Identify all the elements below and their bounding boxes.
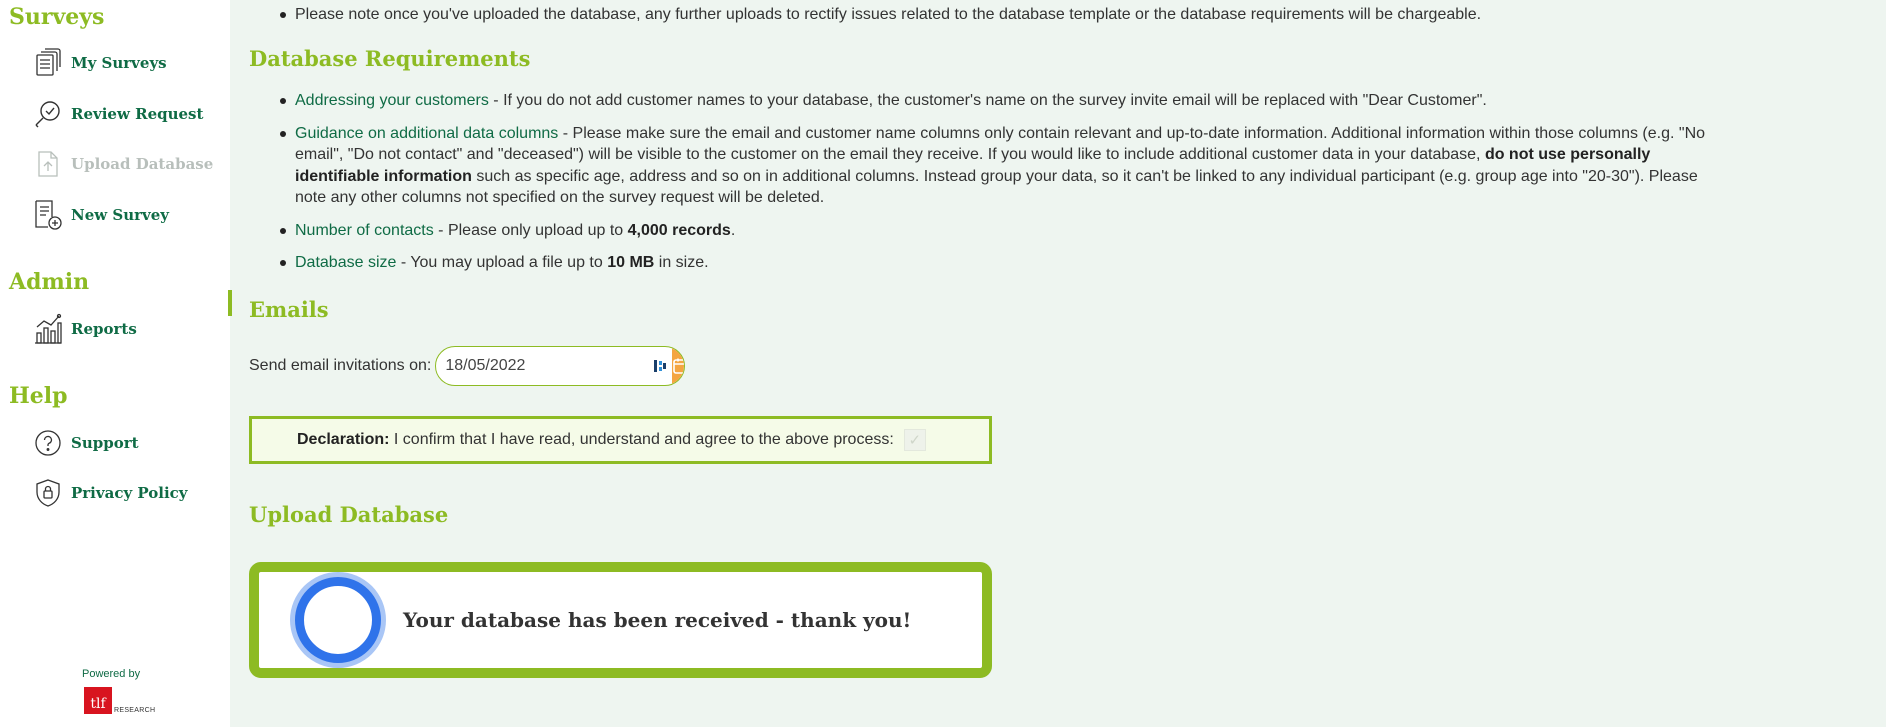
requirement-text: - If you do not add customer names to yo…: [488, 92, 1487, 109]
upload-status-box: Your database has been received - thank …: [249, 562, 992, 678]
requirement-text: .: [730, 221, 736, 239]
sidebar: Surveys My Surveys Review Request Upload…: [0, 0, 230, 727]
calendar-icon: [673, 358, 685, 374]
declaration-label: Declaration:: [297, 431, 390, 448]
requirements-list: Addressing your customers - If you do no…: [249, 90, 1729, 274]
logo-mark: tlf: [84, 687, 112, 714]
requirement-text: - You may upload a file up to: [396, 254, 608, 271]
section-title-help: Help: [9, 383, 68, 409]
calendar-button[interactable]: [672, 347, 685, 385]
bar-chart-icon: [32, 313, 64, 345]
sidebar-item-label: Review Request: [71, 105, 204, 123]
section-title-admin: Admin: [9, 269, 90, 295]
requirement-bold: 10 MB: [607, 254, 655, 271]
requirement-term: Database size: [295, 254, 397, 271]
sidebar-item-reports[interactable]: Reports: [32, 312, 137, 346]
new-document-icon: [32, 199, 64, 231]
emails-heading: Emails: [249, 297, 329, 322]
documents-icon: [32, 47, 64, 79]
requirement-item: Number of contacts - Please only upload …: [249, 220, 1729, 242]
sidebar-item-privacy-policy[interactable]: Privacy Policy: [32, 476, 188, 510]
sidebar-item-new-survey[interactable]: New Survey: [32, 198, 169, 232]
progress-ring-icon: [295, 577, 381, 663]
sidebar-item-upload-database[interactable]: Upload Database: [32, 147, 213, 181]
sidebar-item-label: New Survey: [71, 206, 170, 224]
send-date-label: Send email invitations on:: [249, 357, 432, 374]
send-date-input[interactable]: [436, 347, 653, 385]
shield-lock-icon: [32, 477, 64, 509]
requirement-term: Addressing your customers: [295, 92, 489, 109]
send-date-row: Send email invitations on:: [249, 346, 686, 386]
upload-heading: Upload Database: [249, 502, 449, 527]
requirement-term: Guidance on additional data columns: [295, 124, 559, 142]
sidebar-item-support[interactable]: Support: [32, 426, 139, 460]
top-note-text: Please note once you've uploaded the dat…: [295, 6, 1482, 23]
sidebar-item-my-surveys[interactable]: My Surveys: [32, 46, 167, 80]
upload-file-icon: [32, 148, 64, 180]
requirement-term: Number of contacts: [295, 221, 434, 239]
scroll-position-marker: [228, 290, 232, 316]
sidebar-item-label: Support: [71, 434, 139, 452]
declaration-box: Declaration: I confirm that I have read,…: [249, 416, 992, 464]
requirement-item: Guidance on additional data columns - Pl…: [249, 123, 1729, 209]
top-note-list: Please note once you've uploaded the dat…: [249, 4, 1729, 26]
magnifier-check-icon: [32, 98, 64, 130]
declaration-checkbox[interactable]: ✓: [903, 429, 926, 451]
sidebar-item-label: My Surveys: [71, 54, 167, 72]
sidebar-item-label: Reports: [71, 320, 137, 338]
requirement-bold: 4,000 records: [627, 221, 731, 239]
list-item: Please note once you've uploaded the dat…: [249, 4, 1729, 26]
sidebar-item-label: Upload Database: [71, 155, 214, 173]
autofill-extension-icon[interactable]: [652, 356, 668, 376]
requirement-item: Addressing your customers - If you do no…: [249, 90, 1729, 112]
sidebar-item-review-request[interactable]: Review Request: [32, 97, 203, 131]
date-picker: [435, 346, 686, 386]
requirement-item: Database size - You may upload a file up…: [249, 252, 1729, 274]
requirement-text: - Please only upload up to: [433, 221, 628, 239]
question-circle-icon: [32, 427, 64, 459]
upload-success-message: Your database has been received - thank …: [403, 608, 912, 632]
requirement-text: such as specific age, address and so on …: [295, 167, 1698, 207]
checkmark-icon: ✓: [908, 432, 922, 449]
logo-word: RESEARCH: [114, 707, 156, 714]
requirement-text: in size.: [654, 254, 709, 271]
declaration-text: I confirm that I have read, understand a…: [389, 431, 894, 448]
sidebar-item-label: Privacy Policy: [71, 484, 188, 502]
requirements-heading: Database Requirements: [249, 46, 531, 71]
powered-by-label: Powered by: [82, 668, 141, 680]
tlf-research-logo: tlf RESEARCH: [84, 687, 155, 714]
section-title-surveys: Surveys: [9, 4, 105, 30]
